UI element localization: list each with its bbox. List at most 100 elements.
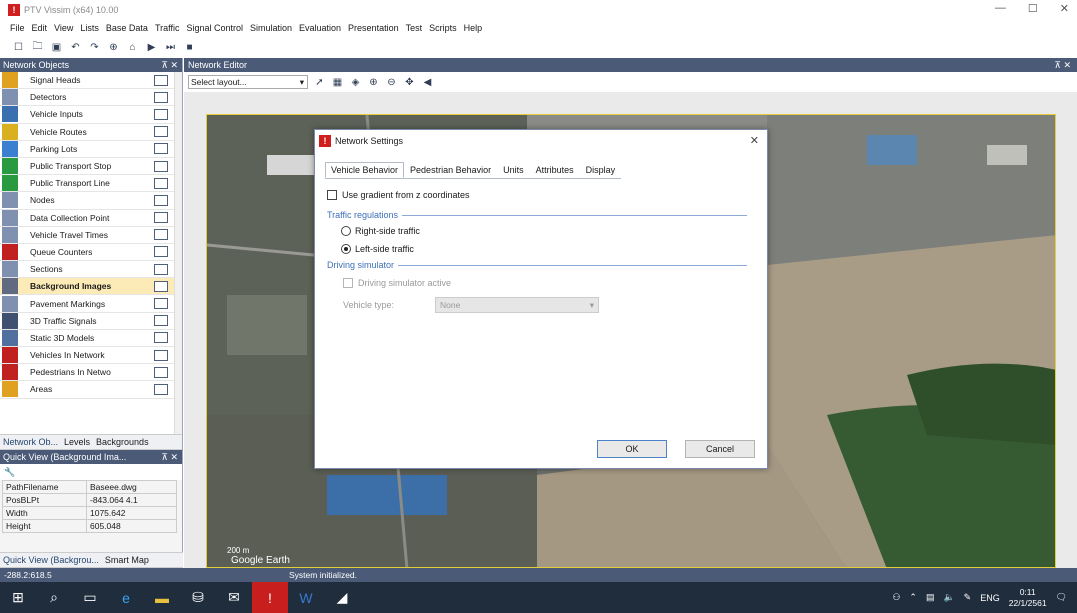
- tab-quick-view[interactable]: Quick View (Backgrou...: [3, 555, 99, 565]
- minimize-button[interactable]: —: [995, 2, 1006, 15]
- menu-lists[interactable]: Lists: [80, 23, 99, 33]
- grid-icon[interactable]: ▦: [331, 76, 344, 89]
- dialog-close-icon[interactable]: ✕: [750, 134, 759, 147]
- network-object-item[interactable]: Areas: [0, 381, 182, 399]
- menu-view[interactable]: View: [54, 23, 73, 33]
- pin-close-icon[interactable]: ⊼ ✕: [1054, 60, 1071, 71]
- display-toggle-swatch[interactable]: [154, 74, 168, 86]
- table-row[interactable]: PathFilename Baseee.dwg: [2, 480, 177, 494]
- network-object-item[interactable]: Pavement Markings: [0, 295, 182, 313]
- display-toggle-swatch[interactable]: [154, 315, 168, 327]
- display-toggle-swatch[interactable]: [154, 280, 168, 292]
- network-object-item[interactable]: Vehicle Travel Times: [0, 226, 182, 244]
- display-toggle-swatch[interactable]: [154, 383, 168, 395]
- redo-icon[interactable]: ↷: [88, 41, 101, 54]
- menu-scripts[interactable]: Scripts: [429, 23, 457, 33]
- network-object-item[interactable]: Parking Lots: [0, 140, 182, 158]
- back-icon[interactable]: ◀: [421, 76, 434, 89]
- clock[interactable]: 0:11 22/1/2561: [1009, 587, 1047, 609]
- menu-traffic[interactable]: Traffic: [155, 23, 180, 33]
- use-gradient-checkbox-row[interactable]: Use gradient from z coordinates: [327, 188, 747, 202]
- language-indicator[interactable]: ENG: [980, 593, 1000, 603]
- close-button[interactable]: ✕: [1060, 2, 1069, 15]
- stop-icon[interactable]: ■: [183, 41, 196, 54]
- network-object-item[interactable]: Pedestrians In Netwo: [0, 364, 182, 382]
- menu-simulation[interactable]: Simulation: [250, 23, 292, 33]
- pin-close-icon[interactable]: ⊼ ✕: [161, 60, 178, 71]
- tab-smart-map[interactable]: Smart Map: [105, 555, 149, 565]
- mail-icon[interactable]: ✉: [216, 582, 252, 613]
- display-toggle-swatch[interactable]: [154, 143, 168, 155]
- pan-icon[interactable]: ✥: [403, 76, 416, 89]
- display-toggle-swatch[interactable]: [154, 212, 168, 224]
- edge-browser-icon[interactable]: e: [108, 582, 144, 613]
- people-icon[interactable]: ⚇: [892, 592, 900, 603]
- display-toggle-swatch[interactable]: [154, 229, 168, 241]
- network-object-item[interactable]: Data Collection Point: [0, 209, 182, 227]
- display-toggle-swatch[interactable]: [154, 194, 168, 206]
- open-file-icon[interactable]: 🗀: [31, 41, 44, 54]
- app-icon[interactable]: ◢: [324, 582, 360, 613]
- network-object-item[interactable]: Signal Heads: [0, 72, 182, 90]
- menu-evaluation[interactable]: Evaluation: [299, 23, 341, 33]
- pen-icon[interactable]: ✎: [964, 592, 972, 603]
- use-gradient-checkbox[interactable]: [327, 190, 337, 200]
- right-side-traffic-radio[interactable]: [341, 226, 351, 236]
- ok-button[interactable]: OK: [597, 440, 667, 458]
- network-object-item[interactable]: Background Images: [0, 278, 182, 296]
- menu-edit[interactable]: Edit: [32, 23, 48, 33]
- network-object-item[interactable]: Vehicle Inputs: [0, 106, 182, 124]
- network-object-item[interactable]: 3D Traffic Signals: [0, 312, 182, 330]
- tab-units[interactable]: Units: [497, 162, 530, 178]
- network-object-item[interactable]: Detectors: [0, 89, 182, 107]
- display-toggle-swatch[interactable]: [154, 246, 168, 258]
- display-toggle-swatch[interactable]: [154, 108, 168, 120]
- network-object-item[interactable]: Public Transport Stop: [0, 158, 182, 176]
- menu-test[interactable]: Test: [406, 23, 423, 33]
- tab-backgrounds[interactable]: Backgrounds: [96, 437, 149, 447]
- notifications-icon[interactable]: 🗨: [1056, 592, 1067, 603]
- layout-select[interactable]: Select layout... ▾: [188, 75, 308, 89]
- table-row[interactable]: Width 1075.642: [2, 506, 177, 520]
- cancel-button[interactable]: Cancel: [685, 440, 755, 458]
- menu-presentation[interactable]: Presentation: [348, 23, 399, 33]
- network-object-item[interactable]: Vehicles In Network: [0, 347, 182, 365]
- word-icon[interactable]: W: [288, 582, 324, 613]
- network-icon[interactable]: ▤: [926, 592, 935, 603]
- list-scrollbar[interactable]: [174, 72, 182, 434]
- layers-icon[interactable]: ◈: [349, 76, 362, 89]
- undo-icon[interactable]: ↶: [69, 41, 82, 54]
- home-icon[interactable]: ⌂: [126, 41, 139, 54]
- menu-base-data[interactable]: Base Data: [106, 23, 148, 33]
- display-toggle-swatch[interactable]: [154, 91, 168, 103]
- task-view-icon[interactable]: ▭: [72, 582, 108, 613]
- new-file-icon[interactable]: ☐: [12, 41, 25, 54]
- display-toggle-swatch[interactable]: [154, 366, 168, 378]
- play-icon[interactable]: ▶: [145, 41, 158, 54]
- wrench-icon[interactable]: 🔧: [4, 467, 15, 478]
- network-object-item[interactable]: Vehicle Routes: [0, 123, 182, 141]
- network-object-item[interactable]: Static 3D Models: [0, 329, 182, 347]
- menu-file[interactable]: File: [10, 23, 25, 33]
- save-icon[interactable]: ▣: [50, 41, 63, 54]
- display-toggle-swatch[interactable]: [154, 160, 168, 172]
- zoom-in-icon[interactable]: ⊕: [367, 76, 380, 89]
- right-side-traffic-option[interactable]: Right-side traffic: [327, 222, 747, 240]
- display-toggle-swatch[interactable]: [154, 332, 168, 344]
- tab-network-objects[interactable]: Network Ob...: [3, 437, 58, 447]
- tab-display[interactable]: Display: [580, 162, 622, 178]
- menu-help[interactable]: Help: [464, 23, 483, 33]
- vissim-taskbar-icon[interactable]: !: [252, 582, 288, 613]
- chevron-up-icon[interactable]: ⌃: [909, 592, 917, 603]
- display-toggle-swatch[interactable]: [154, 298, 168, 310]
- tab-attributes[interactable]: Attributes: [530, 162, 580, 178]
- display-toggle-swatch[interactable]: [154, 349, 168, 361]
- table-row[interactable]: PosBLPt -843.064 4.1: [2, 493, 177, 507]
- tab-levels[interactable]: Levels: [64, 437, 90, 447]
- step-icon[interactable]: ⏭: [164, 41, 177, 54]
- search-icon[interactable]: ⌕: [36, 582, 72, 613]
- pin-close-icon[interactable]: ⊼ ✕: [161, 452, 178, 463]
- volume-icon[interactable]: 🔈: [943, 592, 954, 603]
- display-toggle-swatch[interactable]: [154, 263, 168, 275]
- table-row[interactable]: Height 605.048: [2, 519, 177, 533]
